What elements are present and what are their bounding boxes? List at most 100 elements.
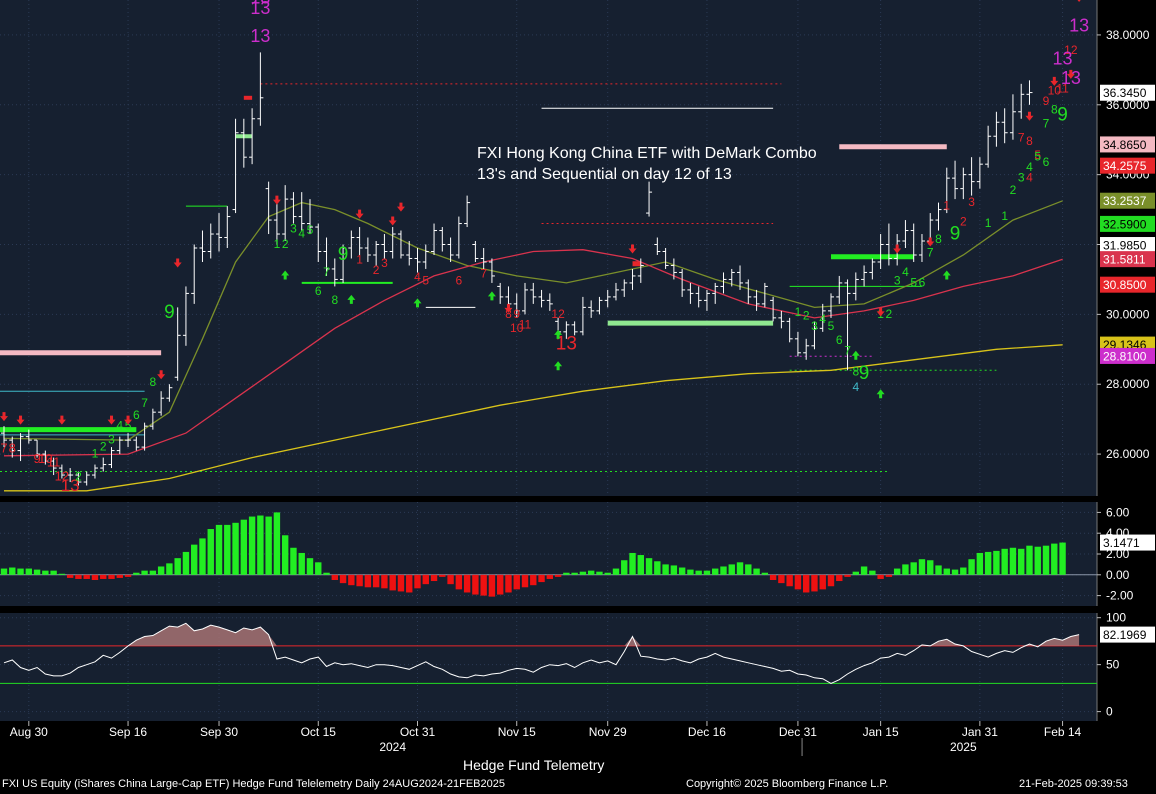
momentum-histogram-bar	[761, 572, 769, 575]
momentum-histogram-bar	[902, 564, 909, 575]
momentum-histogram-bar	[149, 570, 157, 575]
price-axis-tick-label: 28.0000	[1106, 377, 1150, 391]
rsi-axis-tick-label: 0	[1106, 705, 1113, 719]
demark-count-label: 7	[927, 246, 934, 260]
momentum-histogram-bar	[893, 568, 901, 575]
x-tick-label: Oct 31	[400, 725, 436, 739]
momentum-histogram-bar	[637, 555, 644, 575]
price-panel: 7891011121321234567891313131234567891234…	[0, 0, 1155, 496]
momentum-value-tag: 3.1471	[1103, 536, 1140, 550]
momentum-axis-tick-label: -2.00	[1106, 589, 1134, 603]
momentum-histogram-bar	[33, 569, 41, 575]
momentum-histogram-bar	[736, 562, 744, 575]
demark-count-label: 9	[164, 302, 175, 323]
momentum-histogram-bar	[397, 574, 405, 592]
momentum-histogram-bar	[918, 559, 926, 575]
x-year-label: 2024	[379, 740, 406, 754]
momentum-histogram-bar	[191, 544, 198, 575]
demark-count-label: 1	[274, 237, 281, 251]
momentum-histogram-bar	[645, 558, 653, 575]
demark-count-label: 4	[298, 227, 305, 241]
momentum-histogram-bar	[720, 566, 727, 575]
momentum-histogram-bar	[323, 572, 330, 575]
price-value-tag: 36.3450	[1103, 86, 1147, 100]
momentum-histogram-bar	[232, 522, 239, 575]
momentum-histogram-bar	[811, 574, 818, 592]
price-axis-tick-label: 30.0000	[1106, 307, 1150, 321]
demark-count-label: 6	[133, 408, 140, 422]
demark-count-label: 5	[910, 275, 917, 289]
demark-count-label: 7	[480, 267, 487, 281]
chart-subtitle: 13's and Sequential on day 12 of 13	[477, 166, 732, 183]
demark-count-label: 3	[811, 319, 818, 333]
momentum-histogram-bar	[927, 560, 934, 575]
momentum-histogram-bar	[248, 516, 256, 575]
demark-count-label: 1	[1001, 209, 1008, 223]
momentum-histogram-bar	[199, 538, 206, 575]
momentum-axis-tick-label: 6.00	[1106, 505, 1130, 519]
momentum-histogram-bar	[960, 567, 967, 575]
demark-count-label: 13	[250, 26, 270, 46]
momentum-histogram-bar	[207, 529, 214, 575]
demark-count-label: 11	[519, 317, 532, 331]
momentum-histogram-bar	[968, 559, 975, 575]
demark-count-label: 1	[92, 447, 99, 461]
rsi-axis-tick-label: 50	[1106, 658, 1120, 672]
demark-count-label: 11	[47, 454, 61, 469]
momentum-axis-tick-label: 0.00	[1106, 568, 1130, 582]
momentum-histogram-bar	[753, 568, 760, 575]
momentum-histogram-bar	[257, 515, 264, 575]
demark-count-label: 8	[935, 232, 942, 246]
momentum-histogram-bar	[348, 574, 355, 586]
demark-count-label: 3	[894, 274, 901, 288]
momentum-histogram-bar	[306, 558, 314, 575]
momentum-histogram-bar	[604, 572, 611, 575]
demark-count-label: 7	[141, 396, 148, 410]
momentum-histogram-bar	[910, 562, 917, 575]
demark-count-label: 6	[1043, 155, 1050, 169]
momentum-histogram-bar	[108, 574, 115, 579]
momentum-histogram-bar	[315, 562, 322, 575]
demark-count-label: 3	[381, 256, 388, 270]
momentum-histogram-bar	[1001, 548, 1008, 575]
momentum-histogram-bar	[100, 574, 107, 579]
x-tick-label: Dec 16	[688, 725, 726, 739]
demark-count-label: 1	[795, 305, 802, 319]
demark-count-label: 7	[1043, 116, 1050, 130]
momentum-histogram-bar	[852, 571, 860, 575]
momentum-histogram-bar	[447, 574, 454, 585]
momentum-histogram-bar	[422, 574, 429, 585]
momentum-histogram-bar	[166, 563, 173, 575]
demark-count-label: 7	[844, 344, 851, 358]
demark-count-label: 13	[1069, 15, 1089, 35]
demark-count-label: 8	[9, 440, 16, 455]
momentum-histogram-bar	[951, 569, 959, 575]
momentum-histogram-bar	[414, 574, 421, 589]
x-tick-label: Jan 15	[863, 725, 899, 739]
momentum-histogram-bar	[728, 564, 735, 575]
demark-count-label: 6	[919, 275, 926, 289]
demark-count-label: 4	[819, 312, 826, 326]
demark-count-label: 6	[836, 333, 843, 347]
momentum-histogram-bar	[298, 552, 305, 575]
fxi-demark-chart: 7891011121321234567891313131234567891234…	[0, 0, 1156, 794]
price-value-tag: 28.8100	[1103, 349, 1147, 363]
price-value-tag: 34.8650	[1103, 138, 1147, 152]
rsi-value-tag: 82.1969	[1103, 628, 1147, 642]
momentum-histogram-bar	[83, 574, 90, 579]
demark-count-label: 9	[859, 363, 870, 384]
momentum-histogram-bar	[935, 565, 942, 575]
demark-count-label: 5	[422, 274, 429, 288]
momentum-histogram-bar	[984, 551, 992, 575]
momentum-histogram-bar	[1042, 545, 1050, 575]
momentum-histogram-bar	[58, 573, 66, 575]
demark-count-label: 9	[950, 223, 961, 244]
demark-count-label: 3	[1018, 171, 1025, 185]
momentum-histogram-bar	[662, 564, 669, 575]
momentum-histogram-bar	[836, 574, 843, 582]
momentum-histogram-bar	[1059, 542, 1066, 575]
momentum-histogram-bar	[778, 574, 785, 584]
momentum-histogram-bar	[670, 565, 678, 575]
momentum-histogram-bar	[860, 566, 868, 575]
demark-count-label: 8	[150, 375, 157, 389]
